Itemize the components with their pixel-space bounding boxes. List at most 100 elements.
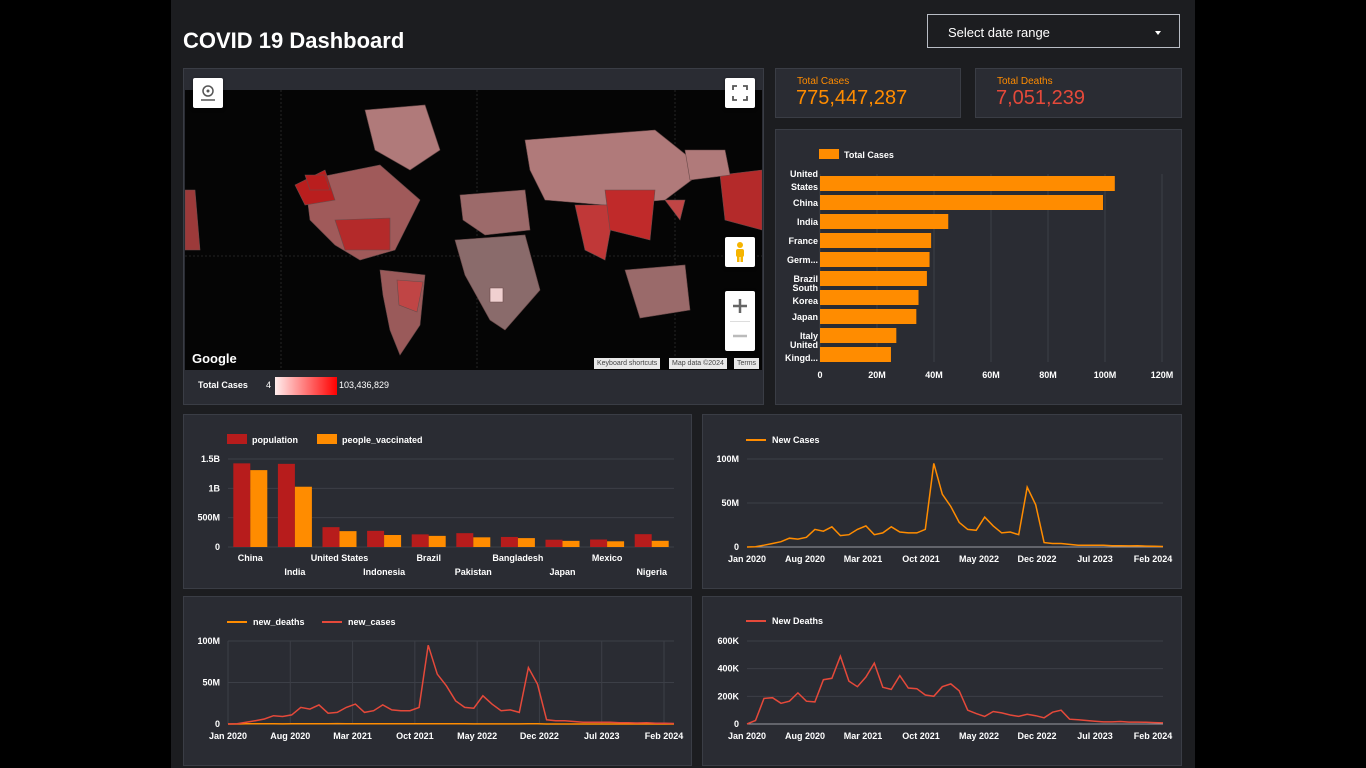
bar xyxy=(339,531,357,547)
x-tick-label: Oct 2021 xyxy=(902,731,940,741)
total-cases-bar-card: Total Cases 0 20M 40M 60M 80M 100M 120M United St… xyxy=(775,129,1182,405)
y-tick-label: 50M xyxy=(721,498,739,508)
y-tick-label: United xyxy=(790,340,818,350)
map-data-link[interactable]: Map data ©2024 xyxy=(669,358,727,369)
map-legend-gradient xyxy=(275,377,337,395)
x-tick-label: Feb 2024 xyxy=(645,731,684,741)
y-tick-label: 400K xyxy=(717,664,739,674)
total-deaths-value: 7,051,239 xyxy=(996,87,1085,109)
world-map[interactable] xyxy=(185,90,762,370)
bar xyxy=(820,195,1104,210)
terms-link[interactable]: Terms xyxy=(734,358,760,369)
x-tick-label: 120M xyxy=(1151,370,1174,380)
geolocate-button[interactable] xyxy=(193,78,223,108)
y-tick-label: States xyxy=(791,182,818,192)
x-tick-label: May 2022 xyxy=(959,731,999,741)
deaths-cases-card: new_deaths new_cases 0 50M 100M Jan 2020 Aug 2… xyxy=(183,596,692,766)
x-tick-label: 100M xyxy=(1094,370,1117,380)
x-tick-label: Jul 2023 xyxy=(1077,731,1113,741)
google-logo: Google xyxy=(192,351,237,366)
x-tick-label: Jan 2020 xyxy=(209,731,247,741)
bar xyxy=(277,463,295,547)
x-tick-label: Feb 2024 xyxy=(1134,731,1173,741)
x-tick-label: Bangladesh xyxy=(492,553,543,563)
new-cases-chart: New Cases 0 50M 100M Jan 2020 Aug 2020 Mar 202… xyxy=(716,435,1172,564)
y-tick-label: 1B xyxy=(208,483,220,493)
bar xyxy=(411,534,429,547)
x-tick-label: Dec 2022 xyxy=(520,731,559,741)
legend-label: New Cases xyxy=(772,435,820,445)
date-range-dropdown[interactable]: Select date range xyxy=(927,14,1180,48)
x-tick-label: Mar 2021 xyxy=(333,731,372,741)
x-tick-label: Dec 2022 xyxy=(1017,554,1056,564)
y-tick-label: 0 xyxy=(215,542,220,552)
legend-label: new_deaths xyxy=(253,617,305,627)
bar xyxy=(517,538,535,547)
x-tick-label: India xyxy=(284,567,306,577)
y-tick-label: India xyxy=(797,217,819,227)
bar xyxy=(607,541,625,547)
series-line xyxy=(746,654,1164,725)
bar xyxy=(545,539,563,547)
bar xyxy=(651,540,669,547)
x-tick-label: China xyxy=(238,553,264,563)
x-tick-label: Jan 2020 xyxy=(728,554,766,564)
population-vaccinated-card: population people_vaccinated 0 500M 1B 1.5B Ch… xyxy=(183,414,692,589)
map-legend-max: 103,436,829 xyxy=(339,380,390,390)
total-cases-bar-chart: Total Cases 0 20M 40M 60M 80M 100M 120M United St… xyxy=(785,149,1174,380)
bar xyxy=(250,470,268,547)
y-tick-label: France xyxy=(788,236,818,246)
bar xyxy=(384,535,402,547)
x-tick-label: 40M xyxy=(925,370,943,380)
x-tick-label: Mar 2021 xyxy=(844,554,883,564)
x-tick-label: 80M xyxy=(1039,370,1057,380)
legend-label: new_cases xyxy=(348,617,396,627)
y-tick-label: 200K xyxy=(717,691,739,701)
bar xyxy=(294,486,312,547)
x-tick-label: Oct 2021 xyxy=(396,731,434,741)
keyboard-shortcuts-link[interactable]: Keyboard shortcuts xyxy=(594,358,661,369)
y-tick-label: China xyxy=(793,198,819,208)
map-legend-min: 4 xyxy=(266,380,272,390)
x-tick-label: Nigeria xyxy=(636,567,668,577)
bar xyxy=(500,536,518,547)
date-range-label: Select date range xyxy=(948,25,1050,40)
x-tick-label: Indonesia xyxy=(363,567,406,577)
x-tick-label: Brazil xyxy=(416,553,441,563)
x-tick-label: Aug 2020 xyxy=(270,731,310,741)
x-tick-label: Dec 2022 xyxy=(1017,731,1056,741)
page-title: COVID 19 Dashboard xyxy=(183,28,405,53)
y-tick-label: 100M xyxy=(716,454,739,464)
zoom-out-icon[interactable] xyxy=(725,321,755,351)
map-legend-label: Total Cases xyxy=(198,380,248,390)
y-tick-label: 0 xyxy=(734,542,739,552)
bar xyxy=(820,328,897,343)
street-view-button[interactable] xyxy=(725,237,755,267)
new-deaths-card: New Deaths 0 200K 400K 600K Jan 2020 Aug 2020 M… xyxy=(702,596,1182,766)
new-cases-card: New Cases 0 50M 100M Jan 2020 Aug 2020 Mar 202… xyxy=(702,414,1182,589)
y-tick-label: Korea xyxy=(792,296,819,306)
bar xyxy=(322,527,340,547)
bar xyxy=(473,537,491,547)
x-tick-label: Jul 2023 xyxy=(584,731,620,741)
zoom-in-icon[interactable] xyxy=(725,291,755,321)
series-line xyxy=(227,644,675,725)
series-line xyxy=(746,463,1164,548)
chevron-down-icon xyxy=(1155,31,1161,35)
y-tick-label: 1.5B xyxy=(201,454,221,464)
bar xyxy=(820,309,917,324)
legend-label: Total Cases xyxy=(844,150,894,160)
x-tick-label: Mar 2021 xyxy=(844,731,883,741)
legend-swatch xyxy=(819,149,839,159)
bar xyxy=(233,463,251,547)
total-cases-label: Total Cases xyxy=(797,76,850,87)
y-tick-label: South xyxy=(793,283,819,293)
bar xyxy=(367,530,385,547)
fullscreen-button[interactable] xyxy=(725,78,755,108)
y-tick-label: 100M xyxy=(197,636,220,646)
bar xyxy=(590,539,608,547)
geo-map-card: Google Keyboard shortcuts Map data ©2024… xyxy=(183,68,764,405)
legend-label: New Deaths xyxy=(772,616,823,626)
bar xyxy=(634,534,652,547)
deaths-cases-chart: new_deaths new_cases 0 50M 100M Jan 2020 Aug 2… xyxy=(197,617,684,741)
